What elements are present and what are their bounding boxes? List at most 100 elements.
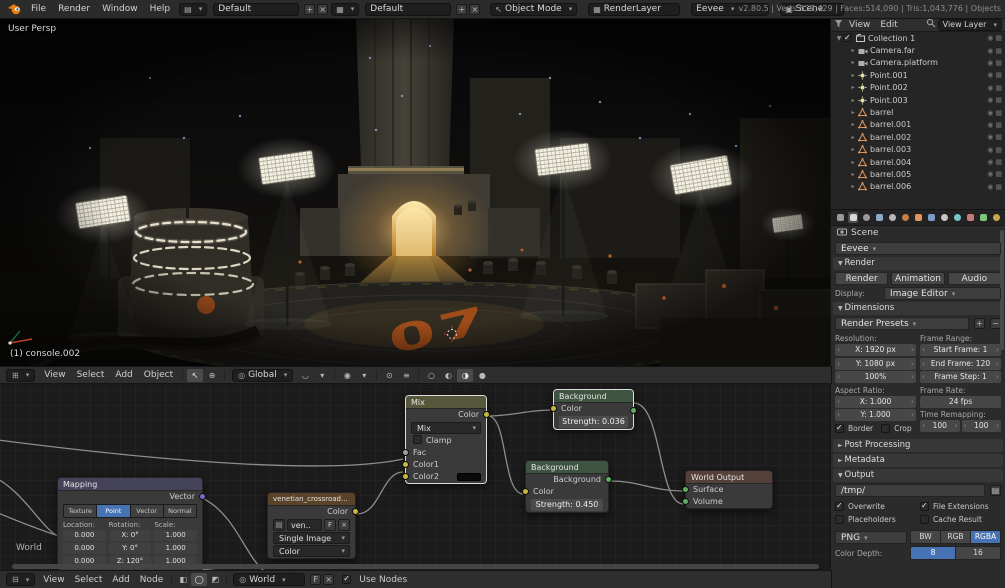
aspect-x-field[interactable]: X: 1.000 bbox=[835, 396, 916, 408]
shader-type-object-icon[interactable]: ◧ bbox=[175, 573, 191, 586]
tab-render[interactable] bbox=[848, 212, 858, 223]
strength-slider[interactable]: Strength: 0.450 bbox=[531, 499, 603, 511]
hide-render-icon[interactable]: ▦ bbox=[995, 121, 1002, 129]
preset-add-button[interactable]: + bbox=[974, 318, 985, 329]
overlays-toggle-icon[interactable]: ≡ bbox=[398, 369, 414, 382]
remap-old-field[interactable]: 100 bbox=[920, 420, 960, 432]
node-link[interactable] bbox=[488, 416, 523, 494]
hide-viewport-icon[interactable]: ◉ bbox=[987, 71, 993, 79]
hide-render-icon[interactable]: ▦ bbox=[995, 71, 1002, 79]
shading-material-icon[interactable]: ◑ bbox=[457, 369, 473, 382]
proportional-falloff-dropdown[interactable]: ▾ bbox=[356, 369, 372, 382]
output-path-field[interactable]: /tmp/ bbox=[835, 484, 985, 497]
hide-viewport-icon[interactable]: ◉ bbox=[987, 158, 993, 166]
type-texture-button[interactable]: Texture bbox=[64, 505, 97, 517]
workspace-add-button[interactable]: + bbox=[304, 4, 315, 15]
color-mode-rgb[interactable]: RGB bbox=[941, 531, 971, 543]
hide-render-icon[interactable]: ▦ bbox=[995, 34, 1002, 42]
tab-modifiers[interactable] bbox=[926, 212, 936, 223]
hide-render-icon[interactable]: ▦ bbox=[995, 183, 1002, 191]
render-button[interactable]: Render bbox=[835, 272, 888, 285]
viewport-scene[interactable]: 07 bbox=[0, 18, 831, 367]
menu-help[interactable]: Help bbox=[144, 0, 177, 18]
placeholders-checkbox[interactable] bbox=[835, 515, 844, 524]
hide-viewport-icon[interactable]: ◉ bbox=[987, 133, 993, 141]
overwrite-checkbox[interactable] bbox=[835, 502, 844, 511]
viewport-3d[interactable]: 07 bbox=[0, 18, 831, 367]
node-header[interactable]: Background bbox=[526, 461, 608, 474]
node-image-texture[interactable]: venetian_crossroad... Color ▤ ven.. F × … bbox=[267, 492, 356, 559]
collection-checkbox[interactable] bbox=[843, 34, 851, 42]
rotation-y-field[interactable]: Y: 0° bbox=[109, 543, 152, 554]
unlink-button[interactable]: × bbox=[338, 519, 350, 531]
tab-object[interactable] bbox=[913, 212, 923, 223]
tab-particles[interactable] bbox=[939, 212, 949, 223]
hide-viewport-icon[interactable]: ◉ bbox=[987, 109, 993, 117]
crop-checkbox[interactable] bbox=[881, 424, 890, 433]
tab-material[interactable] bbox=[991, 212, 1001, 223]
outliner-menu-view[interactable]: View bbox=[845, 20, 874, 30]
tab-object-data[interactable] bbox=[978, 212, 988, 223]
shader-type-world-icon[interactable]: ◯ bbox=[191, 573, 207, 586]
file-browse-icon[interactable]: ▤ bbox=[990, 485, 1001, 496]
depth-16-button[interactable]: 16 bbox=[956, 547, 1000, 559]
section-metadata[interactable]: Metadata bbox=[833, 454, 1003, 467]
ne-menu-node[interactable]: Node bbox=[135, 572, 169, 588]
outliner-row-mesh[interactable]: ▸ barrel.004 ◉▦ bbox=[831, 156, 1005, 168]
world-id-select[interactable]: ◎World bbox=[233, 573, 305, 586]
proportional-edit-icon[interactable]: ◉ bbox=[339, 369, 355, 382]
animation-button[interactable]: Animation bbox=[891, 272, 944, 285]
node-link[interactable] bbox=[0, 440, 403, 466]
outliner-row-camera[interactable]: ▸ Camera.platform ◉▦ bbox=[831, 57, 1005, 69]
outliner-row-light[interactable]: ▸ Point.001 ◉▦ bbox=[831, 69, 1005, 81]
tweak-tool-icon[interactable]: ↖ bbox=[187, 369, 203, 382]
scale-y-field[interactable]: 1.000 bbox=[154, 543, 197, 554]
node-link[interactable] bbox=[634, 403, 683, 504]
outliner-row-mesh[interactable]: ▸ barrel.002 ◉▦ bbox=[831, 131, 1005, 143]
hide-render-icon[interactable]: ▦ bbox=[995, 59, 1002, 67]
blend-mode-select[interactable]: Mix bbox=[411, 422, 481, 434]
outliner-row-light[interactable]: ▸ Point.002 ◉▦ bbox=[831, 82, 1005, 94]
color-mode-bw[interactable]: BW bbox=[911, 531, 941, 543]
end-frame-field[interactable]: End Frame: 120 bbox=[920, 358, 1001, 370]
hide-viewport-icon[interactable]: ◉ bbox=[987, 170, 993, 178]
vp-menu-object[interactable]: Object bbox=[139, 367, 178, 383]
hide-render-icon[interactable]: ▦ bbox=[995, 47, 1002, 55]
shading-solid-icon[interactable]: ◐ bbox=[440, 369, 456, 382]
node-mapping[interactable]: Mapping Vector Texture Point Vector Norm… bbox=[57, 477, 203, 571]
node-header[interactable]: venetian_crossroad... bbox=[268, 493, 355, 506]
tab-view-layer[interactable] bbox=[874, 212, 884, 223]
hide-render-icon[interactable]: ▦ bbox=[995, 158, 1002, 166]
workspace-select[interactable]: Default bbox=[213, 3, 299, 16]
menu-window[interactable]: Window bbox=[96, 0, 144, 18]
node-background-1[interactable]: Background Color Strength: 0.036 bbox=[553, 389, 634, 430]
blender-logo-icon[interactable] bbox=[7, 3, 22, 15]
filter-icon[interactable] bbox=[834, 19, 843, 31]
node-editor[interactable]: World Mapping Vector Texture Point Vecto… bbox=[0, 383, 831, 571]
hide-render-icon[interactable]: ▦ bbox=[995, 84, 1002, 92]
type-vector-button[interactable]: Vector bbox=[131, 505, 164, 517]
workspace-browse-icon[interactable]: ▤ bbox=[179, 3, 207, 16]
file-format-select[interactable]: PNG bbox=[835, 531, 907, 544]
file-extensions-checkbox[interactable] bbox=[920, 502, 929, 511]
hide-render-icon[interactable]: ▦ bbox=[995, 170, 1002, 178]
border-checkbox[interactable] bbox=[835, 424, 844, 433]
node-link[interactable] bbox=[610, 481, 683, 491]
node-header[interactable]: Mix bbox=[406, 396, 486, 409]
outliner-row-mesh[interactable]: ▸ barrel ◉▦ bbox=[831, 106, 1005, 118]
ne-menu-select[interactable]: Select bbox=[70, 572, 108, 588]
surface-input-socket[interactable] bbox=[682, 486, 689, 493]
render-engine-select[interactable]: Eevee bbox=[835, 242, 1001, 255]
section-dimensions[interactable]: Dimensions bbox=[833, 302, 1003, 315]
resolution-x-field[interactable]: X: 1920 px bbox=[835, 344, 916, 356]
hide-render-icon[interactable]: ▦ bbox=[995, 96, 1002, 104]
vp-menu-select[interactable]: Select bbox=[72, 367, 110, 383]
node-link[interactable] bbox=[0, 479, 56, 535]
resolution-percent-field[interactable]: 100% bbox=[835, 371, 916, 383]
use-nodes-toggle[interactable]: Use Nodes bbox=[342, 575, 407, 585]
color-space-select[interactable]: Color bbox=[273, 545, 350, 557]
outliner-menu-edit[interactable]: Edit bbox=[876, 20, 901, 30]
section-output[interactable]: Output bbox=[833, 469, 1003, 482]
frame-step-field[interactable]: Frame Step: 1 bbox=[920, 371, 1001, 383]
node-link[interactable] bbox=[357, 472, 403, 514]
